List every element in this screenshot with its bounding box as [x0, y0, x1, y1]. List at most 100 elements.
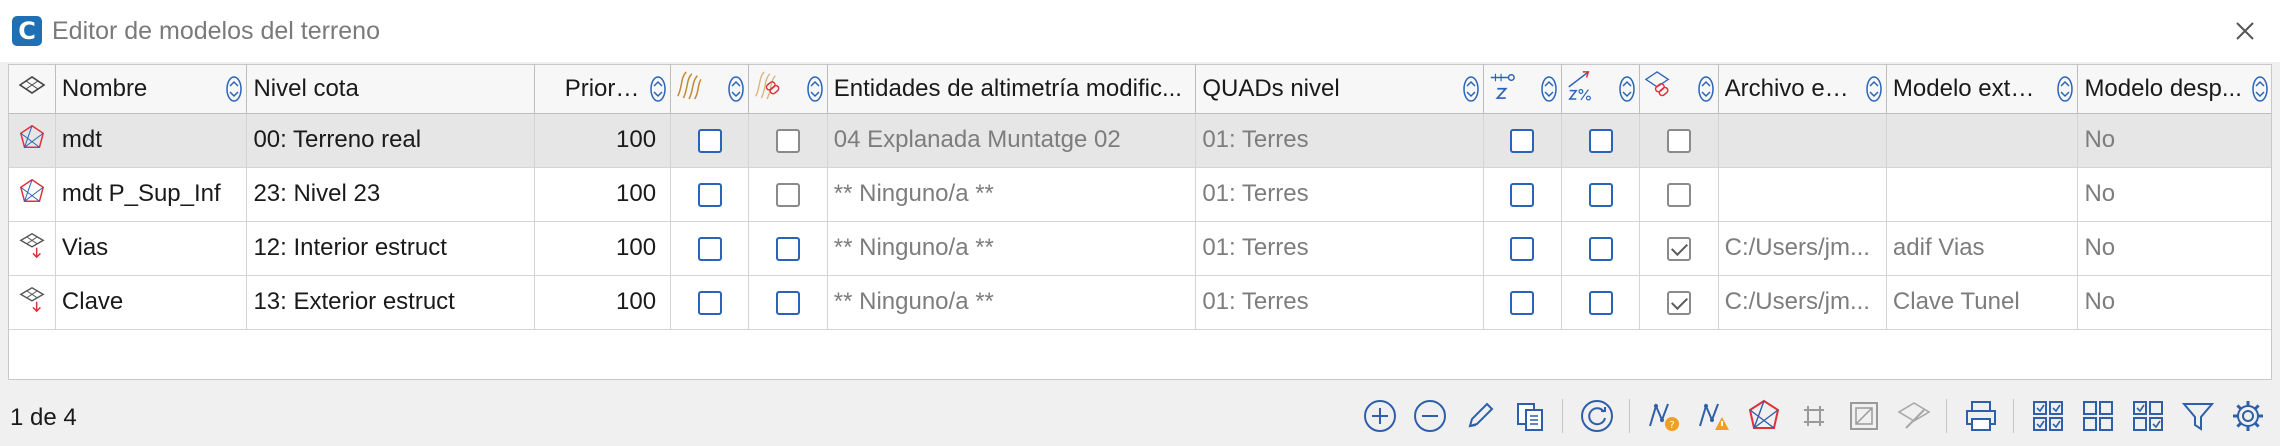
table-row[interactable]: mdt P_Sup_Inf 23: Nivel 23 100 ** Ninguno/a…	[9, 167, 2271, 222]
table-row[interactable]: Vias 12: Interior estruct 100 ** Ninguno/a …	[9, 221, 2271, 276]
cell-contour-link-check[interactable]	[748, 275, 828, 330]
checkbox[interactable]	[776, 182, 801, 207]
checkbox[interactable]	[1666, 290, 1691, 315]
sort-arrows-icon[interactable]	[226, 76, 243, 102]
cell-model-link-check[interactable]	[1639, 113, 1719, 168]
checkbox[interactable]	[1510, 290, 1535, 315]
cell-contour-link-check[interactable]	[748, 113, 828, 168]
cell-z-check[interactable]	[1483, 221, 1562, 276]
checkbox[interactable]	[1510, 128, 1535, 153]
check-entities-button[interactable]: ?	[1642, 396, 1686, 436]
sort-arrows-icon[interactable]	[2252, 76, 2268, 102]
print-button[interactable]	[1959, 396, 2003, 436]
deselect-all-button[interactable]	[2076, 396, 2120, 436]
header-nivel-cota[interactable]: Nivel cota	[246, 65, 535, 114]
select-all-button[interactable]	[2026, 396, 2070, 436]
cell-nombre[interactable]: Vias	[55, 221, 248, 276]
grid-points-button[interactable]	[1792, 396, 1836, 436]
table-row[interactable]: mdt 00: Terreno real 100 04 Explanada Munta…	[9, 113, 2271, 168]
cell-modelo-desplazado[interactable]: No	[2077, 113, 2271, 168]
settings-button[interactable]	[2226, 396, 2270, 436]
sort-arrows-icon[interactable]	[650, 76, 666, 102]
checkbox[interactable]	[1666, 182, 1691, 207]
cell-nivel-cota[interactable]: 13: Exterior estruct	[246, 275, 535, 330]
cell-quads[interactable]: 01: Terres	[1195, 113, 1484, 168]
checkbox[interactable]	[697, 290, 722, 315]
edit-button[interactable]	[1458, 396, 1502, 436]
cell-contour-check[interactable]	[670, 113, 750, 168]
header-modelo-externo[interactable]: Modelo exter...	[1886, 65, 2079, 114]
header-nombre[interactable]: Nombre	[55, 65, 248, 114]
sort-arrows-icon[interactable]	[1866, 76, 1882, 102]
header-quads[interactable]: QUADs nivel	[1195, 65, 1484, 114]
cell-quads[interactable]: 01: Terres	[1195, 167, 1484, 222]
checkbox[interactable]	[776, 290, 801, 315]
checkbox[interactable]	[1510, 182, 1535, 207]
checkbox[interactable]	[1666, 128, 1691, 153]
cell-contour-link-check[interactable]	[748, 167, 828, 222]
cell-prioridad[interactable]: 100	[534, 275, 672, 330]
cell-model-link-check[interactable]	[1639, 275, 1719, 330]
cell-prioridad[interactable]: 100	[534, 221, 672, 276]
cell-model-link-check[interactable]	[1639, 221, 1719, 276]
cell-modelo-desplazado[interactable]: No	[2077, 221, 2271, 276]
cell-nivel-cota[interactable]: 00: Terreno real	[246, 113, 535, 168]
header-slope-icon-column[interactable]	[1561, 65, 1641, 114]
cell-contour-link-check[interactable]	[748, 221, 828, 276]
checkbox[interactable]	[697, 128, 722, 153]
cell-z-check[interactable]	[1483, 167, 1562, 222]
cell-archivo[interactable]	[1718, 113, 1887, 168]
cell-modelo-externo[interactable]	[1886, 167, 2079, 222]
header-type-icon-column[interactable]	[9, 65, 56, 114]
sort-arrows-icon[interactable]	[728, 76, 745, 102]
sort-arrows-icon[interactable]	[2057, 76, 2074, 102]
cell-nivel-cota[interactable]: 12: Interior estruct	[246, 221, 535, 276]
checkbox[interactable]	[1510, 236, 1535, 261]
checkbox[interactable]	[1588, 290, 1613, 315]
cell-entidades[interactable]: ** Ninguno/a **	[827, 167, 1197, 222]
cell-nombre[interactable]: mdt P_Sup_Inf	[55, 167, 248, 222]
cell-modelo-desplazado[interactable]: No	[2077, 167, 2271, 222]
cell-modelo-externo[interactable]: Clave Tunel	[1886, 275, 2079, 330]
cell-archivo[interactable]: C:/Users/jm...	[1718, 221, 1887, 276]
refresh-button[interactable]	[1575, 396, 1619, 436]
checkbox[interactable]	[1588, 236, 1613, 261]
cell-modelo-externo[interactable]: adif Vias	[1886, 221, 2079, 276]
checkbox[interactable]	[1588, 128, 1613, 153]
header-contour-link-icon-column[interactable]	[748, 65, 828, 114]
checkbox[interactable]	[1666, 236, 1691, 261]
cell-archivo[interactable]: C:/Users/jm...	[1718, 275, 1887, 330]
copy-button[interactable]	[1508, 396, 1552, 436]
sort-arrows-icon[interactable]	[1541, 76, 1557, 102]
sort-arrows-icon[interactable]	[807, 76, 823, 102]
cell-entidades[interactable]: ** Ninguno/a **	[827, 221, 1197, 276]
cell-prioridad[interactable]: 100	[534, 167, 672, 222]
cell-slope-check[interactable]	[1561, 167, 1641, 222]
cell-slope-check[interactable]	[1561, 275, 1641, 330]
cell-z-check[interactable]	[1483, 275, 1562, 330]
close-button[interactable]	[2228, 14, 2262, 48]
header-model-link-icon-column[interactable]	[1639, 65, 1719, 114]
cell-quads[interactable]: 01: Terres	[1195, 275, 1484, 330]
cell-slope-check[interactable]	[1561, 221, 1641, 276]
add-button[interactable]	[1358, 396, 1402, 436]
remove-button[interactable]	[1408, 396, 1452, 436]
link-model-button[interactable]	[1892, 396, 1936, 436]
checkbox[interactable]	[697, 236, 722, 261]
cell-model-link-check[interactable]	[1639, 167, 1719, 222]
cell-slope-check[interactable]	[1561, 113, 1641, 168]
cell-modelo-desplazado[interactable]: No	[2077, 275, 2271, 330]
sort-arrows-icon[interactable]	[1619, 76, 1636, 102]
cell-nivel-cota[interactable]: 23: Nivel 23	[246, 167, 535, 222]
checkbox[interactable]	[776, 128, 801, 153]
sort-arrows-icon[interactable]	[1462, 76, 1479, 102]
invert-selection-button[interactable]	[2126, 396, 2170, 436]
cell-prioridad[interactable]: 100	[534, 113, 672, 168]
triangulate-button[interactable]	[1742, 396, 1786, 436]
validate-entities-button[interactable]	[1692, 396, 1736, 436]
cell-archivo[interactable]	[1718, 167, 1887, 222]
cell-entidades[interactable]: 04 Explanada Muntatge 02	[827, 113, 1197, 168]
header-z-icon-column[interactable]	[1483, 65, 1562, 114]
checkbox[interactable]	[1588, 182, 1613, 207]
cell-modelo-externo[interactable]	[1886, 113, 2079, 168]
